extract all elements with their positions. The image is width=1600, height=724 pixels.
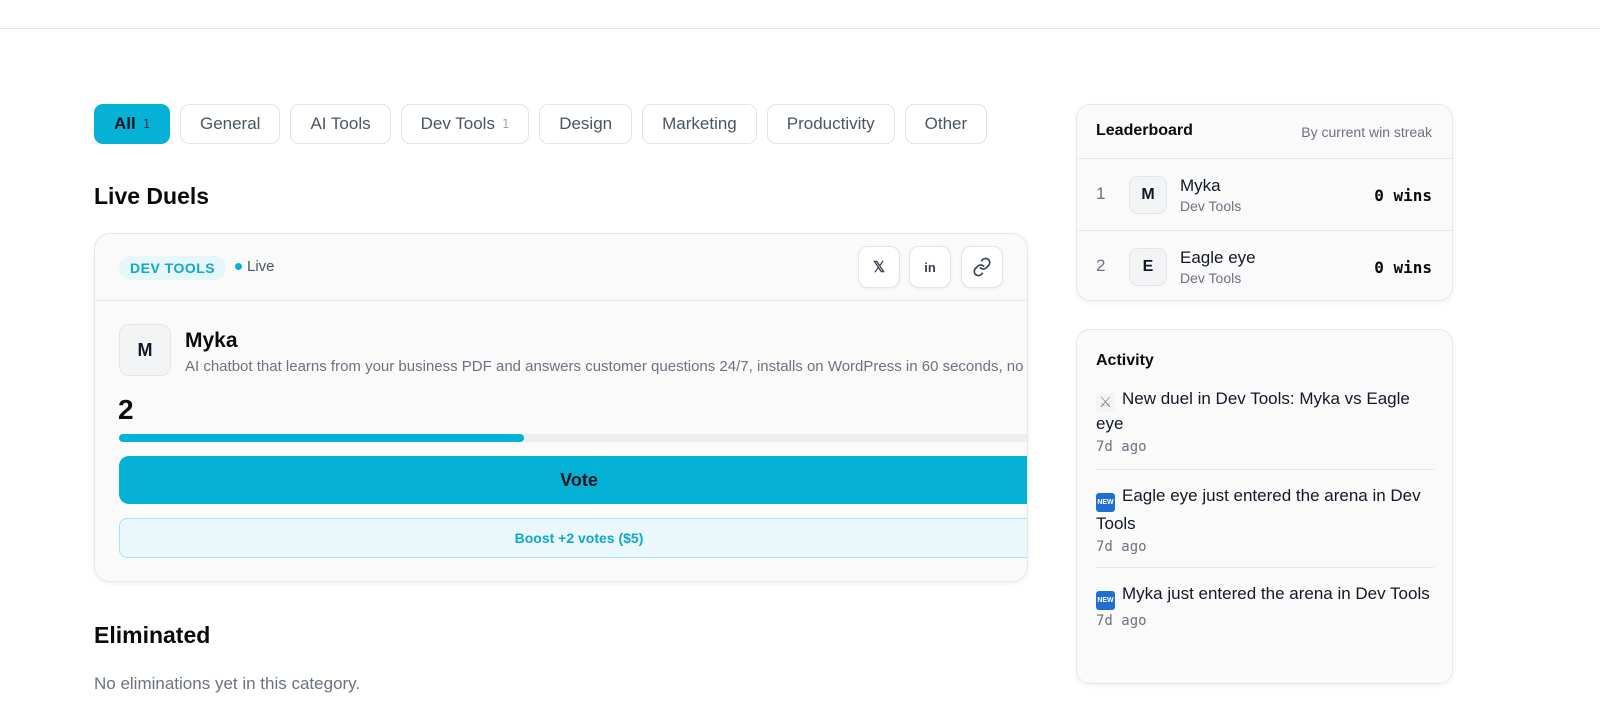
crossed-swords-icon: ⚔ xyxy=(1096,393,1115,412)
leaderboard-row[interactable]: 2 E Eagle eye Dev Tools 0 wins xyxy=(1077,231,1452,300)
entry-avatar: M xyxy=(119,324,171,376)
category-label: Design xyxy=(559,114,613,133)
copy-link-button[interactable] xyxy=(961,246,1003,288)
category-pill-all[interactable]: All 1 xyxy=(94,104,170,144)
live-status: Live xyxy=(235,258,275,275)
category-label: Other xyxy=(924,114,968,133)
avatar: E xyxy=(1129,248,1167,286)
activity-time: 7d ago xyxy=(1096,539,1147,555)
category-pill-dev-tools[interactable]: Dev Tools 1 xyxy=(400,104,530,144)
category-pill-ai-tools[interactable]: AI Tools xyxy=(290,104,391,144)
category-label: All xyxy=(114,114,136,133)
leaderboard-title: Leaderboard xyxy=(1096,122,1193,139)
activity-item: NEW Eagle eye just entered the arena in D… xyxy=(1096,484,1434,555)
header-divider xyxy=(0,28,1600,29)
activity-text: NEW Myka just entered the arena in Dev To… xyxy=(1096,582,1434,610)
share-x-button[interactable]: 𝕏 xyxy=(858,246,900,288)
leaderboard-panel: Leaderboard By current win streak 1 M My… xyxy=(1076,104,1453,301)
activity-text: ⚔ New duel in Dev Tools: Myka vs Eagle ey… xyxy=(1096,387,1434,436)
activity-item: NEW Myka just entered the arena in Dev To… xyxy=(1096,582,1434,629)
category-filter: All 1 General AI Tools Dev Tools 1 Design … xyxy=(94,104,988,144)
leaderboard-category: Dev Tools xyxy=(1180,198,1242,214)
vote-count: 2 xyxy=(118,394,134,425)
activity-panel: Activity ⚔ New duel in Dev Tools: Myka vs… xyxy=(1076,329,1453,684)
activity-message: New duel in Dev Tools: Myka vs Eagle eye xyxy=(1096,389,1410,433)
new-badge-icon: NEW xyxy=(1096,591,1115,610)
live-dot-icon xyxy=(235,263,242,270)
leaderboard-header: Leaderboard By current win streak xyxy=(1077,105,1452,159)
activity-message: Myka just entered the arena in Dev Tools xyxy=(1122,584,1430,603)
category-label: General xyxy=(199,114,261,133)
activity-time: 7d ago xyxy=(1096,613,1147,629)
new-badge-icon: NEW xyxy=(1096,493,1115,512)
duel-card: DEV TOOLS Live 𝕏 in M Myka AI chatbot th… xyxy=(94,233,1028,582)
category-label: Dev Tools xyxy=(420,114,495,133)
activity-time: 7d ago xyxy=(1096,439,1147,455)
leaderboard-rank: 1 xyxy=(1096,184,1106,203)
eliminated-heading: Eliminated xyxy=(94,622,211,648)
category-count: 1 xyxy=(501,117,510,131)
category-pill-productivity[interactable]: Productivity xyxy=(766,104,895,144)
leaderboard-wins: 0 wins xyxy=(1374,186,1432,205)
share-linkedin-button[interactable]: in xyxy=(909,246,951,288)
activity-divider xyxy=(1096,567,1434,568)
eliminated-empty-text: No eliminations yet in this category. xyxy=(94,674,361,693)
leaderboard-subtitle: By current win streak xyxy=(1301,124,1432,140)
linkedin-icon: in xyxy=(924,259,936,275)
category-count: 1 xyxy=(142,117,150,131)
category-pill-general[interactable]: General xyxy=(179,104,281,144)
category-label: Productivity xyxy=(786,114,875,133)
live-duels-heading: Live Duels xyxy=(94,183,210,209)
leaderboard-rank: 2 xyxy=(1096,256,1106,275)
category-pill-other[interactable]: Other xyxy=(904,104,988,144)
vote-button[interactable]: Vote xyxy=(119,456,1027,504)
leaderboard-name: Eagle eye xyxy=(1180,248,1256,267)
activity-item: ⚔ New duel in Dev Tools: Myka vs Eagle ey… xyxy=(1096,387,1434,455)
leaderboard-name: Myka xyxy=(1180,176,1221,195)
activity-title: Activity xyxy=(1096,352,1154,369)
category-label: Marketing xyxy=(662,114,737,133)
duel-card-header: DEV TOOLS Live 𝕏 in xyxy=(95,234,1027,301)
vote-progress-fill xyxy=(119,434,524,442)
live-status-label: Live xyxy=(247,258,275,275)
x-logo-icon: 𝕏 xyxy=(872,259,886,276)
activity-divider xyxy=(1096,469,1434,470)
category-tag: DEV TOOLS xyxy=(119,256,227,280)
category-pill-design[interactable]: Design xyxy=(539,104,633,144)
activity-text: NEW Eagle eye just entered the arena in D… xyxy=(1096,484,1434,536)
entry-name[interactable]: Myka xyxy=(185,329,238,353)
leaderboard-wins: 0 wins xyxy=(1374,258,1432,277)
leaderboard-row[interactable]: 1 M Myka Dev Tools 0 wins xyxy=(1077,159,1452,231)
link-icon xyxy=(973,257,991,277)
category-label: AI Tools xyxy=(310,114,371,133)
boost-button[interactable]: Boost +2 votes ($5) xyxy=(119,518,1027,558)
leaderboard-category: Dev Tools xyxy=(1180,270,1242,286)
category-pill-marketing[interactable]: Marketing xyxy=(642,104,757,144)
vote-progress-bar xyxy=(119,434,1027,442)
activity-message: Eagle eye just entered the arena in Dev … xyxy=(1096,486,1421,533)
avatar: M xyxy=(1129,176,1167,214)
entry-description: AI chatbot that learns from your busines… xyxy=(185,358,1024,375)
